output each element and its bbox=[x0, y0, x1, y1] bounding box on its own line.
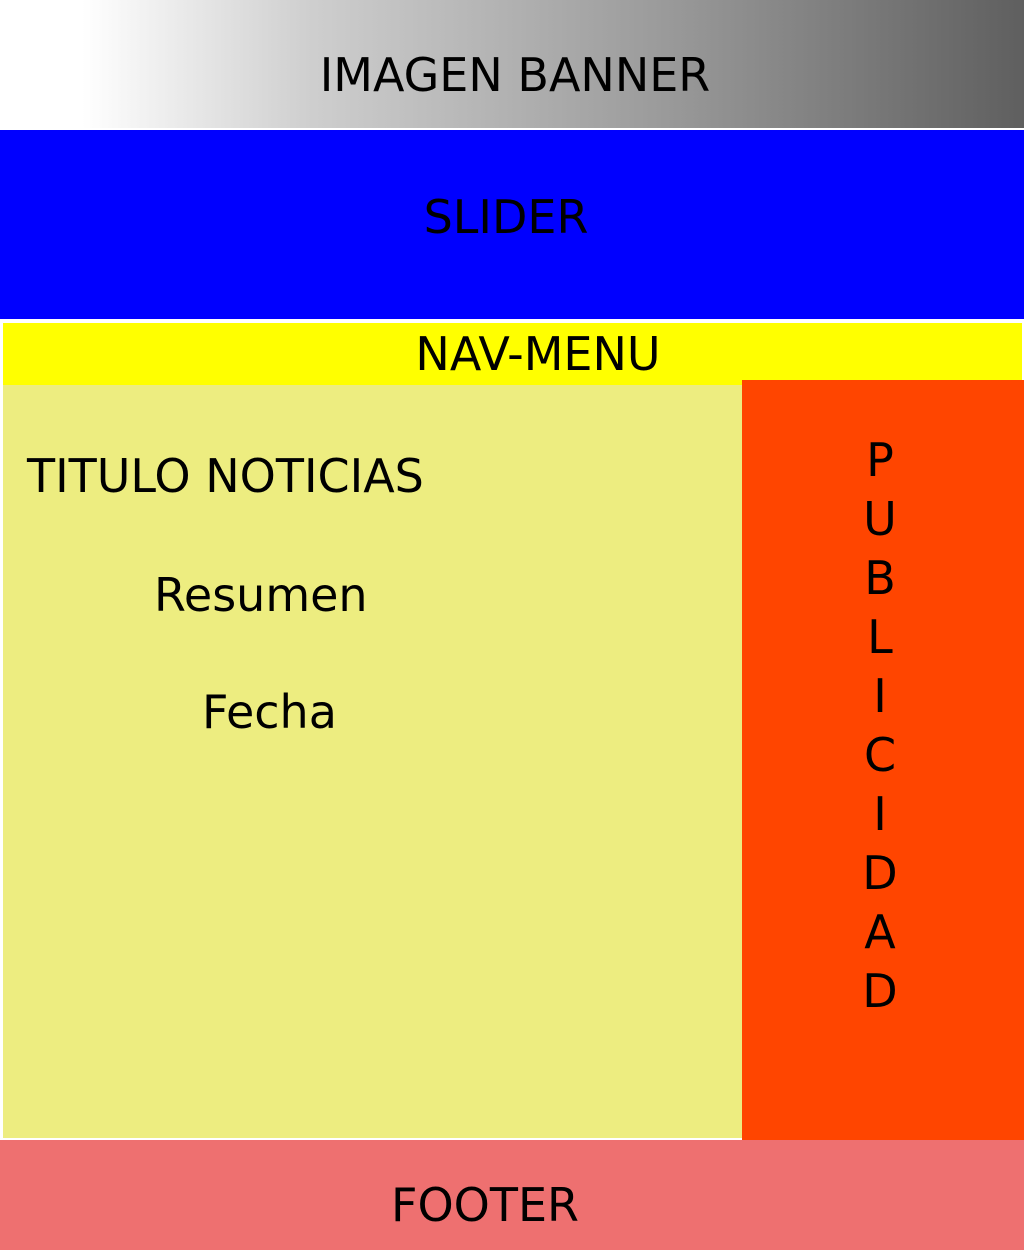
slider-label: SLIDER bbox=[423, 190, 589, 244]
news-content-block: TITULO NOTICIAS Resumen Fecha bbox=[3, 385, 742, 1138]
layout-diagram: IMAGEN BANNER SLIDER NAV-MENU TITULO NOT… bbox=[0, 0, 1024, 1250]
advertising-vertical-label: P U B L I C I D A D bbox=[742, 433, 1018, 1030]
advertising-letter: B bbox=[864, 551, 896, 605]
banner-image-block: IMAGEN BANNER bbox=[0, 0, 1024, 128]
news-summary-label: Resumen bbox=[154, 568, 368, 622]
advertising-letter: I bbox=[873, 669, 887, 723]
banner-label: IMAGEN BANNER bbox=[319, 48, 711, 102]
advertising-letter: U bbox=[863, 492, 897, 546]
advertising-letter: D bbox=[862, 846, 898, 900]
advertising-letter: A bbox=[864, 905, 896, 959]
advertising-letter: L bbox=[867, 610, 893, 664]
nav-menu-block: NAV-MENU bbox=[3, 323, 1022, 385]
advertising-letter: I bbox=[873, 787, 887, 841]
advertising-letter: P bbox=[866, 433, 894, 487]
advertising-letter: C bbox=[863, 728, 897, 782]
footer-block: FOOTER bbox=[0, 1140, 1024, 1250]
advertising-sidebar-block: P U B L I C I D A D bbox=[742, 380, 1024, 1142]
slider-block: SLIDER bbox=[0, 130, 1024, 319]
footer-label: FOOTER bbox=[391, 1178, 579, 1232]
nav-menu-label: NAV-MENU bbox=[415, 327, 661, 381]
news-title-label: TITULO NOTICIAS bbox=[27, 449, 424, 503]
advertising-letter: D bbox=[862, 964, 898, 1018]
news-date-label: Fecha bbox=[202, 685, 337, 739]
